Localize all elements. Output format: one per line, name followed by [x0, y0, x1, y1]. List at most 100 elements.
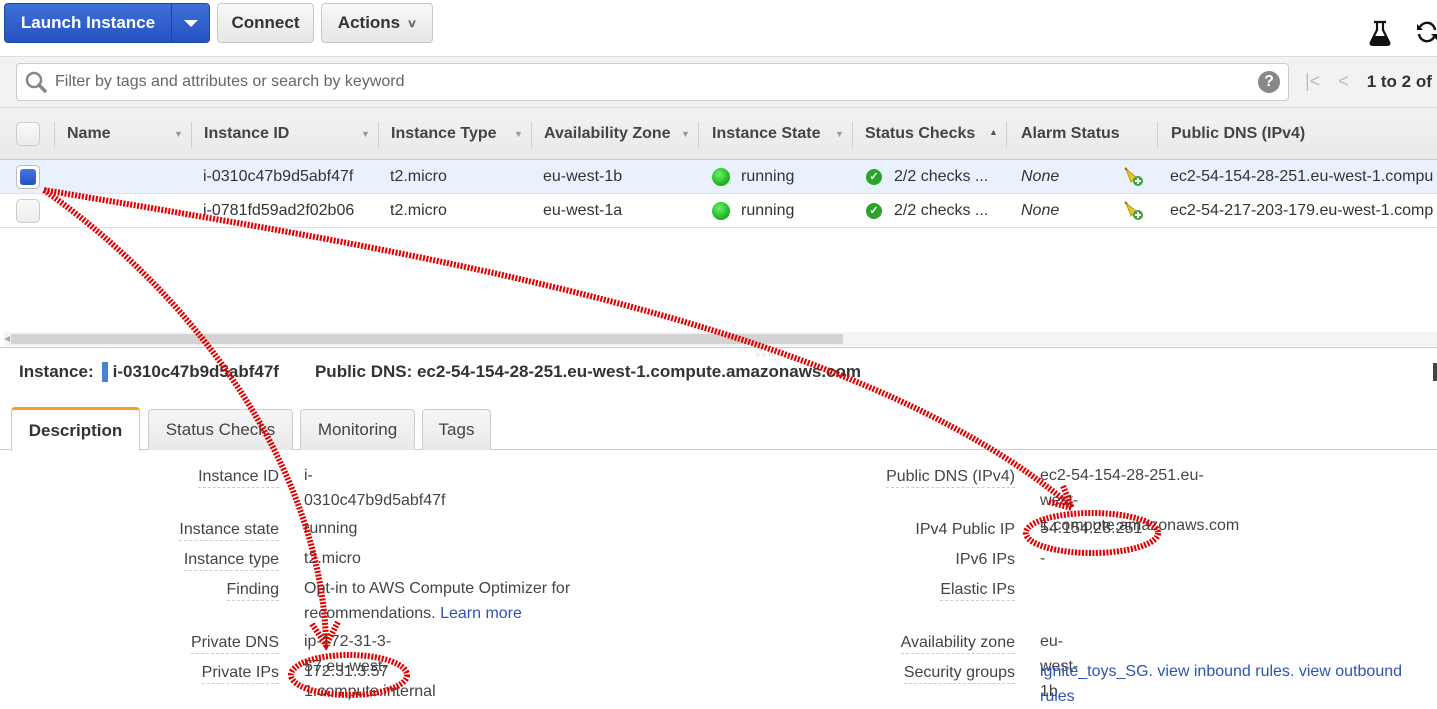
row-checkbox[interactable]: [16, 164, 40, 189]
horizontal-scrollbar[interactable]: ◀: [4, 332, 1437, 346]
state-text: running: [741, 167, 795, 185]
running-status-icon: [712, 167, 730, 186]
cell-instance-type: t2.micro: [390, 167, 447, 185]
column-instance-id[interactable]: Instance ID: [204, 108, 289, 159]
column-label: Name: [67, 124, 111, 142]
refresh-icon[interactable]: [1415, 20, 1437, 50]
value-instance-id: i-0310c47b9d5abf47f: [304, 467, 446, 509]
launch-instance-label: Launch Instance: [20, 13, 156, 32]
cell-instance-id: i-0781fd59ad2f02b06: [203, 201, 355, 219]
detail-header: Instance: i-0310c47b9d5abf47f Public DNS…: [19, 362, 861, 382]
view-inbound-rules-link[interactable]: view inbound rules: [1157, 663, 1290, 680]
tab-status-checks[interactable]: Status Checks: [148, 409, 293, 450]
panel-edge-marker: [1433, 363, 1437, 381]
column-availability-zone[interactable]: Availability Zone: [544, 108, 671, 159]
help-icon[interactable]: ?: [1258, 71, 1280, 93]
search-input[interactable]: [53, 64, 1253, 100]
label-finding: Finding: [120, 581, 279, 601]
column-label: Alarm Status: [1021, 124, 1120, 142]
connect-button[interactable]: Connect: [217, 3, 314, 43]
tab-description[interactable]: Description: [11, 407, 140, 451]
running-status-icon: [712, 201, 730, 220]
label-security-groups: Security groups: [840, 664, 1015, 684]
cell-status-checks[interactable]: ✓ 2/2 checks ...: [866, 194, 988, 227]
value-private-ips: 172.31.3.57: [304, 663, 389, 680]
tab-label: Monitoring: [317, 420, 398, 439]
sort-icon[interactable]: ▼: [835, 129, 844, 139]
pagination: |< < 1 to 2 of: [1305, 71, 1432, 92]
label-availability-zone: Availability zone: [840, 634, 1015, 654]
column-status-checks[interactable]: Status Checks: [865, 108, 975, 159]
tab-tags[interactable]: Tags: [422, 409, 491, 450]
sort-icon[interactable]: ▼: [681, 129, 690, 139]
cell-public-dns: ec2-54-154-28-251.eu-west-1.compu: [1170, 167, 1434, 185]
cell-instance-state: running: [712, 160, 794, 193]
checkbox[interactable]: [16, 121, 40, 146]
cell-status-checks[interactable]: ✓ 2/2 checks ...: [866, 160, 988, 193]
search-box: ?: [16, 63, 1289, 101]
column-label: Availability Zone: [544, 124, 671, 142]
instance-label: Instance:: [19, 362, 94, 381]
tab-label: Tags: [438, 420, 475, 439]
cell-alarm-status: None: [1021, 201, 1060, 219]
flask-icon[interactable]: [1368, 20, 1392, 52]
cell-alarm-status: None: [1021, 167, 1060, 185]
sort-icon[interactable]: ▼: [361, 129, 370, 139]
sort-ascending-icon[interactable]: ▲: [989, 127, 998, 137]
column-label: Instance State: [712, 124, 821, 142]
cell-instance-id: i-0310c47b9d5abf47f: [203, 167, 354, 185]
column-label: Public DNS (IPv4): [1171, 124, 1306, 142]
scrollbar-thumb[interactable]: [11, 334, 843, 344]
column-alarm-status[interactable]: Alarm Status: [1021, 108, 1120, 159]
prev-page-icon[interactable]: <: [1338, 71, 1349, 92]
tab-label: Status Checks: [165, 420, 276, 439]
select-all-checkbox[interactable]: [16, 108, 40, 159]
connect-label: Connect: [231, 13, 300, 32]
public-dns-header: Public DNS: ec2-54-154-28-251.eu-west-1.…: [314, 362, 862, 381]
scroll-left-icon[interactable]: ◀: [4, 334, 10, 343]
table-row[interactable]: i-0310c47b9d5abf47f t2.micro eu-west-1b …: [0, 160, 1437, 194]
add-alarm-icon[interactable]: [1123, 194, 1145, 227]
actions-label: Actions: [337, 13, 401, 32]
cell-instance-type: t2.micro: [390, 201, 447, 219]
first-page-icon[interactable]: |<: [1305, 71, 1320, 92]
value-instance-type: t2.micro: [304, 550, 361, 567]
resize-handle[interactable]: ○○○: [755, 350, 776, 359]
status-checks-text: 2/2 checks ...: [894, 201, 989, 219]
column-instance-state[interactable]: Instance State: [712, 108, 820, 159]
sort-icon[interactable]: ▼: [514, 129, 523, 139]
status-checks-text: 2/2 checks ...: [894, 167, 989, 185]
security-group-link[interactable]: ignite_toys_SG: [1040, 663, 1149, 680]
table-row[interactable]: i-0781fd59ad2f02b06 t2.micro eu-west-1a …: [0, 194, 1437, 228]
label-ipv4-public-ip: IPv4 Public IP: [915, 521, 1015, 538]
actions-button[interactable]: Actions ∨: [321, 3, 433, 43]
caret-down-icon: [183, 19, 198, 27]
toolbar: Launch Instance Connect Actions ∨: [0, 0, 1437, 56]
column-label: Instance Type: [391, 124, 497, 142]
launch-dropdown-toggle[interactable]: [172, 19, 209, 27]
value-ipv4-public-ip: 54.154.28.251: [1040, 520, 1143, 537]
column-instance-type[interactable]: Instance Type: [391, 108, 497, 159]
filter-bar: ? |< < 1 to 2 of: [0, 56, 1437, 108]
column-public-dns[interactable]: Public DNS (IPv4): [1171, 108, 1305, 159]
sort-icon[interactable]: ▼: [174, 129, 183, 139]
label-elastic-ips: Elastic IPs: [840, 581, 1015, 601]
column-label: Instance ID: [204, 124, 290, 142]
check-icon: ✓: [866, 202, 882, 219]
pagination-count: 1 to 2 of: [1366, 71, 1432, 91]
row-checkbox[interactable]: [16, 198, 40, 223]
tab-monitoring[interactable]: Monitoring: [300, 409, 415, 450]
cell-availability-zone: eu-west-1a: [543, 201, 623, 219]
label-private-ips: Private IPs: [120, 664, 279, 684]
state-text: running: [741, 201, 795, 219]
learn-more-link[interactable]: Learn more: [440, 605, 522, 622]
add-alarm-icon[interactable]: [1123, 160, 1145, 193]
tab-label: Description: [28, 420, 123, 440]
column-name[interactable]: Name: [67, 108, 111, 159]
finding-text: Opt-in to AWS Compute Optimizer for reco…: [304, 580, 571, 622]
cell-instance-state: running: [712, 194, 794, 227]
public-dns-line: ec2-54-154-28-251.eu-west-: [1040, 467, 1204, 509]
label-instance-type: Instance type: [120, 551, 279, 571]
launch-instance-button[interactable]: Launch Instance: [4, 3, 210, 43]
value-security-groups: ignite_toys_SG. view inbound rules. view…: [1040, 663, 1403, 705]
